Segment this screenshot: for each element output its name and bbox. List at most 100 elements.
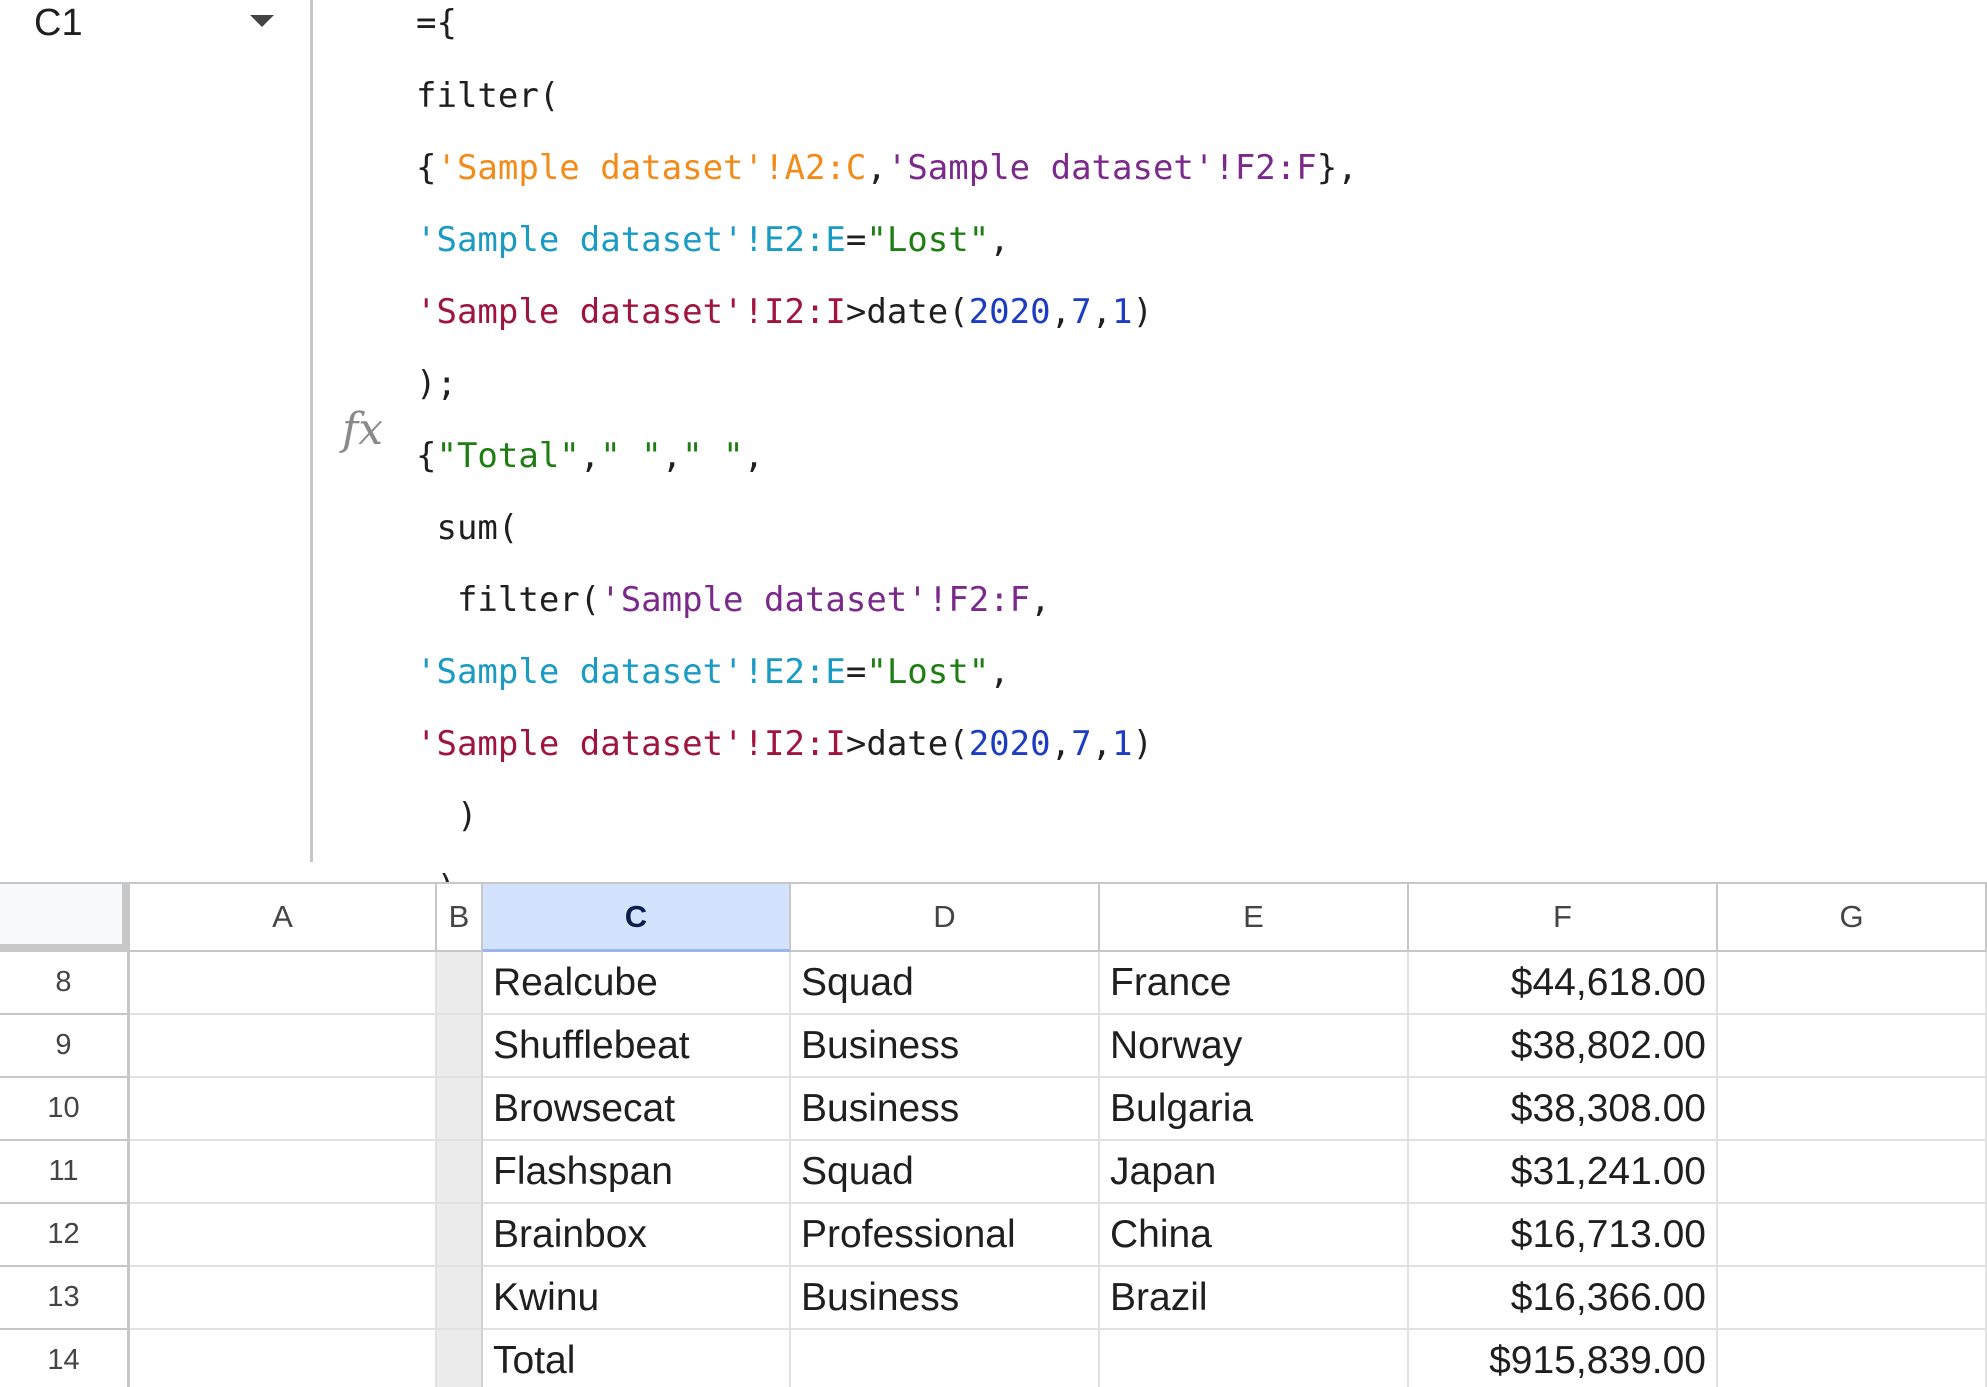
cell-d[interactable]: Squad [791,1141,1100,1204]
cell-a[interactable] [130,1015,437,1078]
cell-f[interactable]: $31,241.00 [1409,1141,1718,1204]
cell-e[interactable] [1100,1330,1409,1387]
cell-d[interactable]: Business [791,1078,1100,1141]
cell-g[interactable] [1718,1330,1987,1387]
formula-token: >date( [845,724,969,764]
formula-token: , [1091,724,1113,764]
cell-g[interactable] [1718,1015,1987,1078]
dropdown-arrow-icon[interactable] [250,15,274,27]
cell-g[interactable] [1718,1204,1987,1267]
cell-b[interactable] [437,1015,483,1078]
column-header-d[interactable]: D [791,882,1100,952]
cell-f[interactable]: $38,802.00 [1409,1015,1718,1078]
formula-token: 2020 [968,292,1051,332]
formula-line: ) [416,791,477,841]
formula-token: 7 [1071,292,1092,332]
cell-c[interactable]: Realcube [483,952,791,1015]
cell-e[interactable]: Norway [1100,1015,1409,1078]
cell-e[interactable]: Japan [1100,1141,1409,1204]
select-all-corner[interactable] [0,882,130,952]
cell-f[interactable]: $44,618.00 [1409,952,1718,1015]
cell-e[interactable]: Bulgaria [1100,1078,1409,1141]
formula-token: ) [416,796,478,836]
formula-line: 'Sample dataset'!E2:E="Lost", [416,647,1010,697]
cell-a[interactable] [130,1204,437,1267]
cell-g[interactable] [1718,952,1987,1015]
formula-line: filter('Sample dataset'!F2:F, [416,575,1051,625]
formula-token: { [416,148,437,188]
row-header[interactable]: 13 [0,1267,130,1330]
row-header[interactable]: 14 [0,1330,130,1387]
formula-token: 2020 [968,724,1051,764]
column-header-a[interactable]: A [130,882,437,952]
cell-c[interactable]: Flashspan [483,1141,791,1204]
cell-f[interactable]: $16,713.00 [1409,1204,1718,1267]
cell-b[interactable] [437,1078,483,1141]
cell-c[interactable]: Total [483,1330,791,1387]
formula-token: ) [1132,292,1154,332]
cell-c[interactable]: Brainbox [483,1204,791,1267]
row-header[interactable]: 10 [0,1078,130,1141]
spreadsheet-grid[interactable]: ABCDEFG 8 Realcube Squad France $44,618.00 9 S… [0,882,1987,1387]
column-header-g[interactable]: G [1718,882,1987,952]
cell-e[interactable]: France [1100,952,1409,1015]
row-header[interactable]: 11 [0,1141,130,1204]
cell-e[interactable]: Brazil [1100,1267,1409,1330]
cell-b[interactable] [437,1141,483,1204]
formula-token: ); [416,364,457,404]
formula-token: ={ [416,3,457,43]
formula-line: ={ [416,0,457,48]
cell-d[interactable]: Professional [791,1204,1100,1267]
cell-d[interactable]: Business [791,1015,1100,1078]
column-header-c[interactable]: C [483,882,791,952]
column-header-f[interactable]: F [1409,882,1718,952]
cell-g[interactable] [1718,1141,1987,1204]
row-header[interactable]: 8 [0,952,130,1015]
row-header[interactable]: 9 [0,1015,130,1078]
cell-c[interactable]: Kwinu [483,1267,791,1330]
cell-c[interactable]: Browsecat [483,1078,791,1141]
formula-token: 1 [1112,724,1133,764]
name-box[interactable]: C1 [0,0,313,862]
formula-token: , [989,652,1010,692]
formula-bar: C1 fx ={filter({'Sample dataset'!A2:C,'S… [0,0,1987,882]
formula-token: = [845,220,867,260]
cell-f[interactable]: $38,308.00 [1409,1078,1718,1141]
formula-token: ) [1132,724,1154,764]
cell-a[interactable] [130,1078,437,1141]
cell-b[interactable] [437,1267,483,1330]
cell-a[interactable] [130,1267,437,1330]
column-header-e[interactable]: E [1100,882,1409,952]
fx-icon: fx [342,404,384,455]
cell-g[interactable] [1718,1078,1987,1141]
cell-d[interactable]: Business [791,1267,1100,1330]
formula-line: 'Sample dataset'!I2:I>date(2020,7,1) [416,287,1153,337]
cell-b[interactable] [437,952,483,1015]
formula-token: , [1030,580,1051,620]
formula-token: = [845,652,867,692]
formula-token: "Lost" [866,220,990,260]
cell-a[interactable] [130,1141,437,1204]
cell-f[interactable]: $915,839.00 [1409,1330,1718,1387]
cell-b[interactable] [437,1204,483,1267]
formula-line: 'Sample dataset'!E2:E="Lost", [416,215,1010,265]
cell-e[interactable]: China [1100,1204,1409,1267]
cell-d[interactable] [791,1330,1100,1387]
cell-f[interactable]: $16,366.00 [1409,1267,1718,1330]
cell-d[interactable]: Squad [791,952,1100,1015]
cell-a[interactable] [130,1330,437,1387]
formula-token: , [866,148,887,188]
formula-token: , [661,436,683,476]
formula-token: { [416,436,437,476]
name-box-cell-ref: C1 [34,2,83,44]
cell-g[interactable] [1718,1267,1987,1330]
cell-b[interactable] [437,1330,483,1387]
cell-a[interactable] [130,952,437,1015]
row-header[interactable]: 12 [0,1204,130,1267]
column-header-b[interactable]: B [437,882,483,952]
formula-token: filter( [416,76,560,116]
formula-token: "Lost" [866,652,990,692]
formula-line: ) [416,863,456,882]
formula-token: sum( [416,508,519,548]
cell-c[interactable]: Shufflebeat [483,1015,791,1078]
